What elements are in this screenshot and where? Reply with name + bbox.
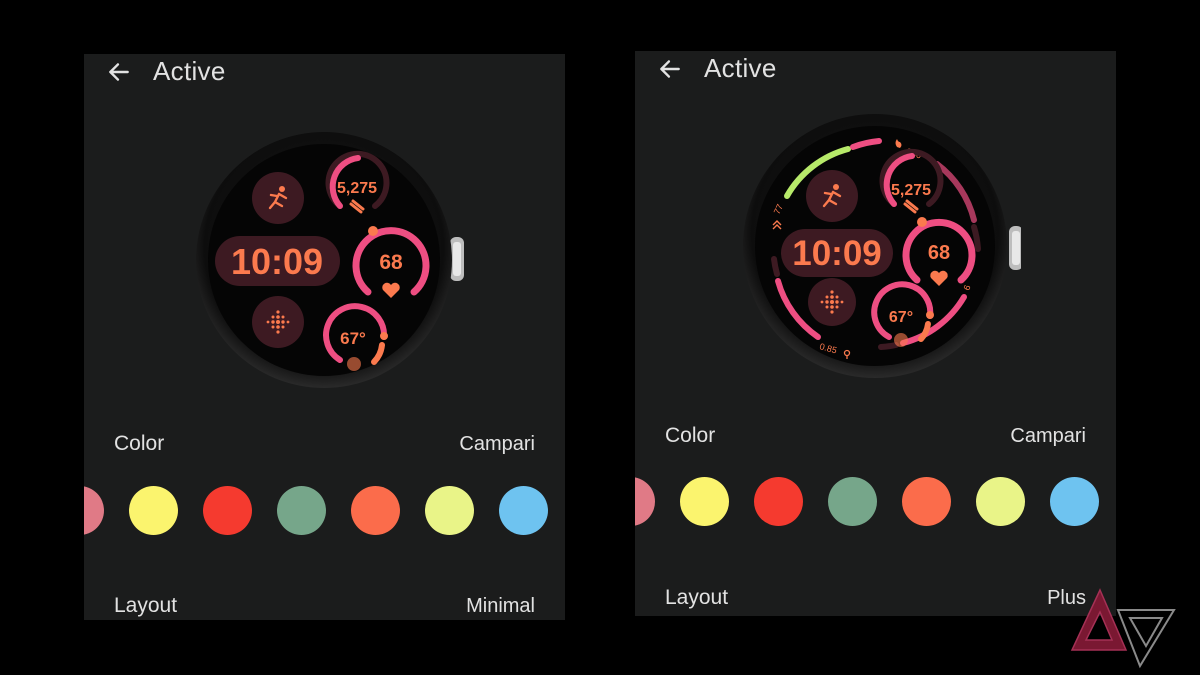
color-swatch-row[interactable] bbox=[84, 486, 565, 536]
color-swatch[interactable] bbox=[635, 477, 655, 526]
time-display: 10:09 bbox=[792, 234, 882, 273]
color-swatch[interactable] bbox=[1050, 477, 1099, 526]
page-title: Active bbox=[704, 53, 777, 83]
layout-section-label[interactable]: Layout bbox=[665, 586, 728, 610]
watch-preview: 5,275 10:09 68 67° bbox=[196, 132, 464, 388]
selected-layout-name[interactable]: Minimal bbox=[466, 595, 535, 618]
temperature-value: 67° bbox=[889, 309, 913, 326]
color-swatch[interactable] bbox=[680, 477, 729, 526]
time-display: 10:09 bbox=[231, 241, 323, 282]
color-swatch[interactable] bbox=[976, 477, 1025, 526]
watch-preview: 500 77 0.85 6 5,275 10:09 68 67° bbox=[743, 114, 1021, 378]
color-swatch[interactable] bbox=[754, 477, 803, 526]
color-swatch[interactable] bbox=[129, 486, 178, 535]
color-section-label: Color bbox=[665, 424, 716, 447]
page-title: Active bbox=[153, 56, 226, 86]
selected-color-name: Campari bbox=[1010, 425, 1086, 447]
sun-icon bbox=[894, 333, 908, 347]
watch-face-settings-panel-minimal: Active 5,275 10:09 68 67° Color Campari … bbox=[84, 54, 565, 620]
arrow-left-icon[interactable] bbox=[106, 59, 132, 85]
color-swatch[interactable] bbox=[351, 486, 400, 535]
color-swatch[interactable] bbox=[499, 486, 548, 535]
heart-rate-value: 68 bbox=[379, 251, 403, 274]
top-app-bar: Active bbox=[635, 51, 1116, 91]
color-swatch-row[interactable] bbox=[635, 477, 1116, 527]
color-swatch[interactable] bbox=[277, 486, 326, 535]
watch-face-settings-panel-plus: Active 500 77 0.85 6 5,275 10:09 68 67° … bbox=[635, 51, 1116, 616]
top-app-bar: Active bbox=[84, 54, 565, 94]
android-police-logo bbox=[1070, 588, 1176, 669]
color-swatch[interactable] bbox=[425, 486, 474, 535]
selected-color-name: Campari bbox=[459, 433, 535, 455]
sun-icon bbox=[347, 357, 361, 371]
color-swatch[interactable] bbox=[84, 486, 104, 535]
temperature-value: 67° bbox=[340, 329, 366, 348]
color-section-label: Color bbox=[114, 432, 165, 455]
steps-value: 5,275 bbox=[891, 182, 931, 199]
arrow-left-icon[interactable] bbox=[657, 56, 683, 82]
color-swatch[interactable] bbox=[203, 486, 252, 535]
layout-section-label[interactable]: Layout bbox=[114, 594, 177, 618]
color-swatch[interactable] bbox=[828, 477, 877, 526]
steps-value: 5,275 bbox=[337, 180, 377, 197]
color-swatch[interactable] bbox=[902, 477, 951, 526]
heart-rate-value: 68 bbox=[928, 242, 950, 264]
